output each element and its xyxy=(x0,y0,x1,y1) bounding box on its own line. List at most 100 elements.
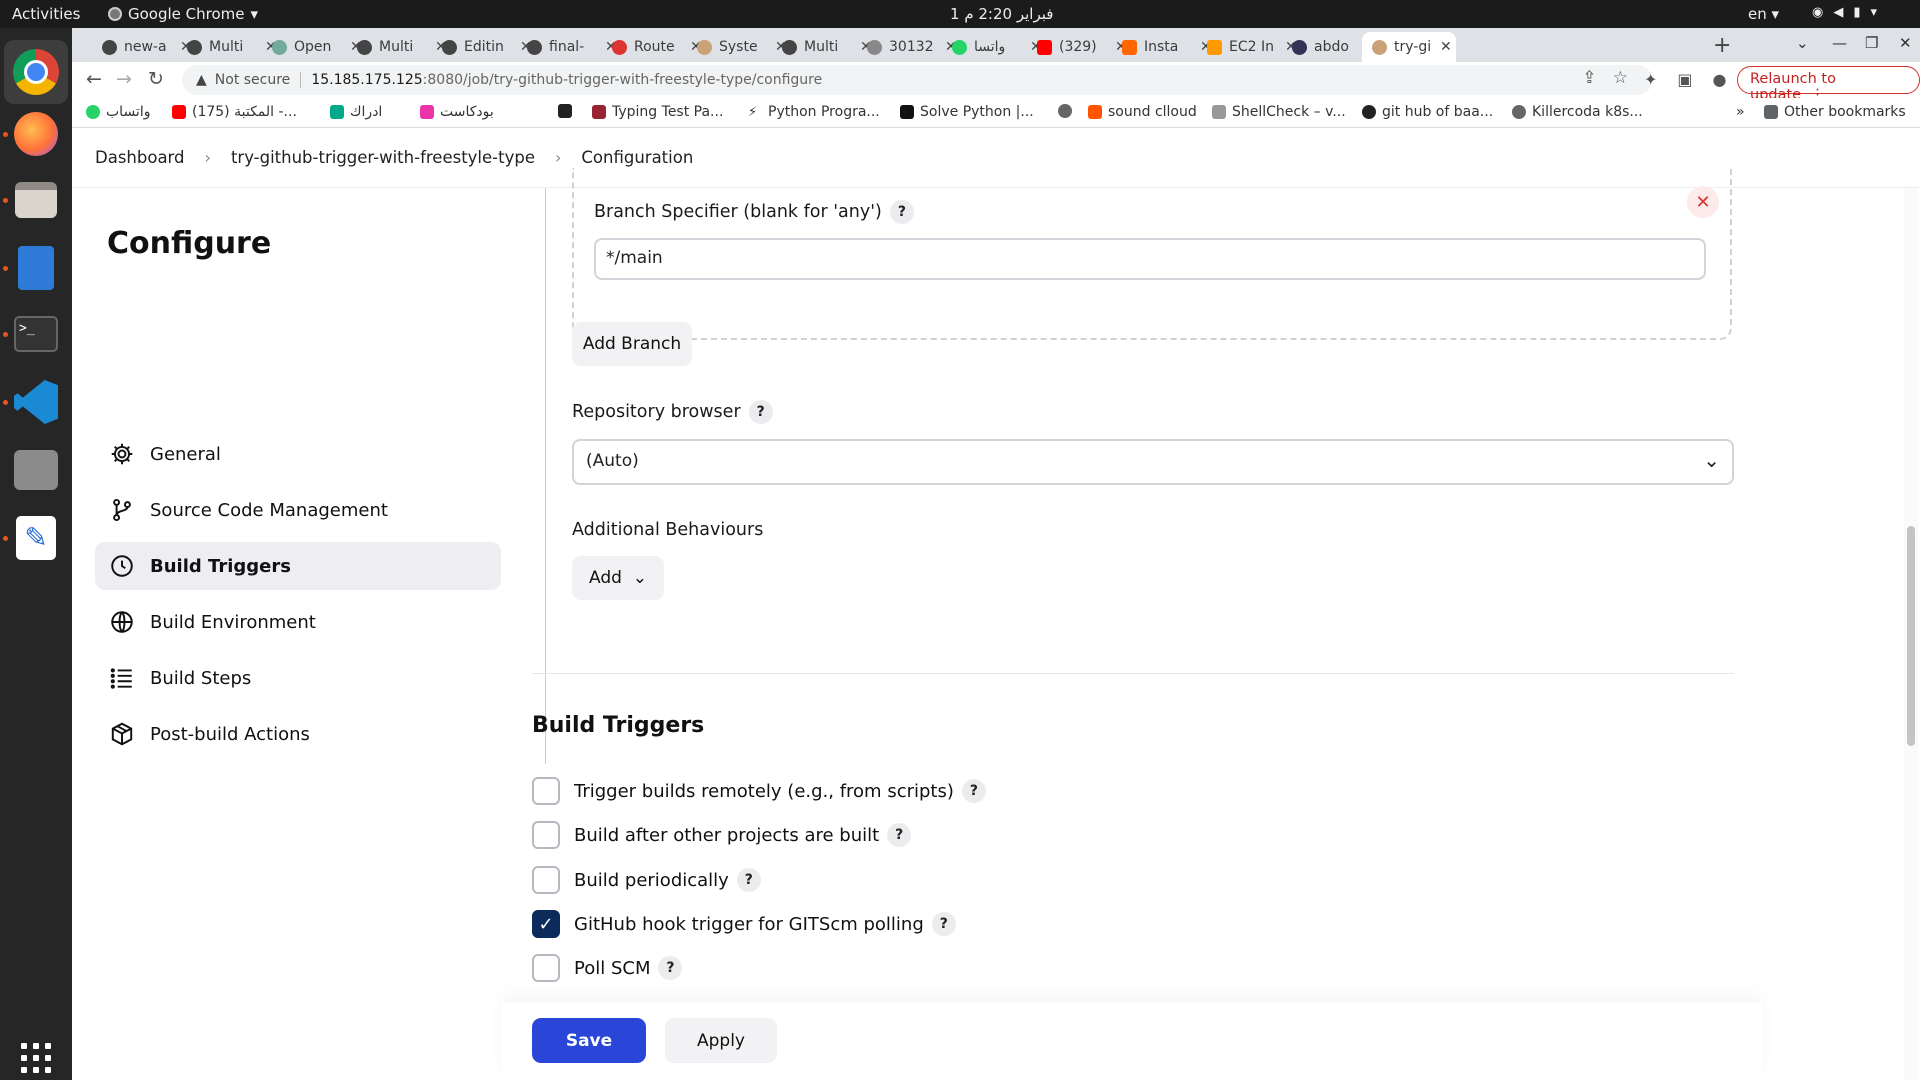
build-periodically-option[interactable]: Build periodically? xyxy=(532,865,761,895)
bookmark-item[interactable]: Typing Test Pa... xyxy=(592,104,723,120)
repository-browser-select[interactable]: (Auto) ⌄ xyxy=(572,439,1734,485)
sidebar-item-label: Build Triggers xyxy=(150,555,291,577)
share-icon[interactable]: ⇪ xyxy=(1582,68,1596,88)
add-branch-button[interactable]: Add Branch xyxy=(572,322,692,366)
clock-icon xyxy=(109,553,135,579)
side-panel-icon[interactable]: ▣ xyxy=(1677,70,1712,89)
poll-scm-option[interactable]: Poll SCM? xyxy=(532,953,683,983)
help-icon[interactable]: ? xyxy=(658,956,683,980)
bookmark-item[interactable]: ⚡ Python Progra... xyxy=(748,104,880,120)
dock-chrome[interactable] xyxy=(4,40,68,104)
other-bookmarks[interactable]: Other bookmarks xyxy=(1764,104,1906,120)
breadcrumb-job[interactable]: try-github-trigger-with-freestyle-type xyxy=(231,148,535,167)
sidebar-item-general[interactable]: General xyxy=(95,430,501,478)
firefox-icon xyxy=(14,112,58,156)
new-tab-button[interactable]: + xyxy=(1713,33,1731,58)
dock-vscode[interactable] xyxy=(12,378,60,426)
github-hook-trigger-option[interactable]: ✓ GitHub hook trigger for GITScm polling… xyxy=(532,909,956,939)
bookmark-item[interactable]: بودكاست xyxy=(420,104,494,120)
minimize-icon[interactable]: — xyxy=(1832,34,1847,52)
bookmark-item[interactable]: ادراك xyxy=(330,104,382,120)
caret-down-icon: ▾ xyxy=(1870,5,1888,20)
activities-button[interactable]: Activities xyxy=(12,5,80,23)
running-indicator xyxy=(3,266,8,271)
checkbox[interactable] xyxy=(532,866,560,894)
running-indicator xyxy=(3,536,8,541)
bookmark-item[interactable]: (175) المكتبة -... xyxy=(172,104,297,120)
scrollbar-thumb[interactable] xyxy=(1907,526,1915,746)
bookmark-star-icon[interactable]: ☆ xyxy=(1613,68,1628,88)
save-button[interactable]: Save xyxy=(532,1018,646,1063)
sidebar-item-build-steps[interactable]: Build Steps xyxy=(95,654,501,702)
build-after-other-projects-option[interactable]: Build after other projects are built? xyxy=(532,820,912,850)
dock-files[interactable] xyxy=(12,176,60,224)
wifi-icon: ◉ xyxy=(1812,5,1834,20)
help-icon[interactable]: ? xyxy=(748,400,773,424)
forward-icon[interactable]: → xyxy=(116,68,132,90)
language-indicator[interactable]: en ▾ xyxy=(1748,5,1779,23)
bookmark-item[interactable]: git hub of baa... xyxy=(1362,104,1493,120)
apply-button[interactable]: Apply xyxy=(665,1018,777,1063)
chrome-icon xyxy=(13,49,59,95)
bolt-icon: ⚡ xyxy=(748,105,762,120)
help-icon[interactable]: ? xyxy=(736,868,761,892)
remove-branch-button[interactable]: ✕ xyxy=(1687,186,1719,218)
bookmarks-overflow-button[interactable]: » xyxy=(1736,104,1745,120)
sidebar-item-build-environment[interactable]: Build Environment xyxy=(95,598,501,646)
chevron-right-icon: › xyxy=(204,148,211,167)
document-icon xyxy=(18,246,54,290)
branch-specifier-input[interactable]: */main xyxy=(594,238,1706,280)
add-behaviour-button[interactable]: Add ⌄ xyxy=(572,556,664,600)
running-indicator xyxy=(3,132,8,137)
browser-tab-active[interactable]: try-gi ✕ xyxy=(1362,32,1456,62)
bookmark-item[interactable]: واتساب xyxy=(86,104,150,120)
help-icon[interactable]: ? xyxy=(931,912,956,936)
bookmark-item[interactable]: ShellCheck – v... xyxy=(1212,104,1346,120)
dock-image-viewer[interactable] xyxy=(12,446,60,494)
tab-search-icon[interactable]: ⌄ xyxy=(1796,34,1809,52)
help-icon[interactable]: ? xyxy=(887,823,912,847)
address-bar[interactable]: ▲ Not secure 15.185.175.125:8080/job/try… xyxy=(182,65,1652,95)
section-divider xyxy=(545,188,546,764)
relaunch-to-update-button[interactable]: Relaunch to update ⋮ xyxy=(1737,66,1920,103)
jenkins-icon xyxy=(1372,39,1387,55)
bookmark-item[interactable] xyxy=(1058,104,1078,118)
security-label[interactable]: Not secure xyxy=(215,72,302,88)
bookmark-item[interactable]: Killercoda k8s... xyxy=(1512,104,1643,120)
checkbox[interactable] xyxy=(532,777,560,805)
help-icon[interactable]: ? xyxy=(889,200,914,224)
breadcrumb-configuration[interactable]: Configuration xyxy=(581,148,693,167)
bookmark-item[interactable] xyxy=(558,104,578,118)
reload-icon[interactable]: ↻ xyxy=(148,68,164,90)
app-menu[interactable]: Google Chrome ▾ xyxy=(108,5,258,23)
clock[interactable]: 1 فبراير 2:20 م xyxy=(950,5,1053,23)
url-path: :8080/job/try-github-trigger-with-freest… xyxy=(422,72,823,88)
help-icon[interactable]: ? xyxy=(961,779,986,803)
extensions-icon[interactable]: ✦ xyxy=(1644,70,1677,89)
restore-icon[interactable]: ❐ xyxy=(1865,34,1878,52)
system-tray[interactable]: ◉◀▮▾ xyxy=(1812,5,1887,20)
dock-firefox[interactable] xyxy=(12,110,60,158)
checkbox[interactable] xyxy=(532,954,560,982)
back-icon[interactable]: ← xyxy=(86,68,102,90)
dock-text-editor[interactable]: ✎ xyxy=(12,514,60,562)
sidebar-item-source-code-management[interactable]: Source Code Management xyxy=(95,486,501,534)
extension-toolbar: ✦▣● xyxy=(1644,70,1747,89)
globe-icon xyxy=(109,609,135,635)
bookmark-item[interactable]: Solve Python |... xyxy=(900,104,1034,120)
show-apps-icon[interactable] xyxy=(21,1043,51,1073)
files-icon xyxy=(15,182,57,218)
github-icon xyxy=(357,39,372,55)
checkbox-checked[interactable]: ✓ xyxy=(532,910,560,938)
checkbox[interactable] xyxy=(532,821,560,849)
breadcrumb-dashboard[interactable]: Dashboard xyxy=(95,148,185,167)
dock-document-viewer[interactable] xyxy=(12,244,60,292)
close-tab-icon[interactable]: ✕ xyxy=(1440,39,1452,55)
trigger-remotely-option[interactable]: Trigger builds remotely (e.g., from scri… xyxy=(532,776,986,806)
close-window-icon[interactable]: ✕ xyxy=(1899,34,1912,52)
dock-terminal[interactable]: >_ xyxy=(12,310,60,358)
sidebar-item-post-build-actions[interactable]: Post-build Actions xyxy=(95,710,501,758)
sidebar-item-label: General xyxy=(150,443,221,465)
sidebar-item-build-triggers[interactable]: Build Triggers xyxy=(95,542,501,590)
bookmark-item[interactable]: sound clloud xyxy=(1088,104,1197,120)
